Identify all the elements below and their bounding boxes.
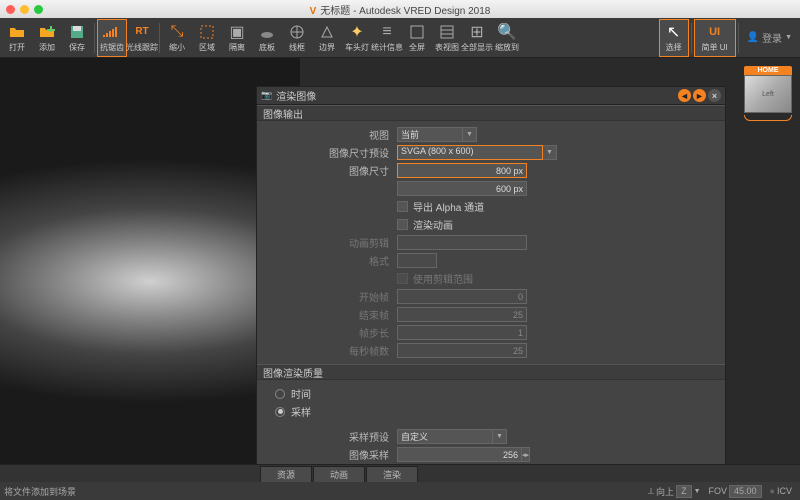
step-input <box>397 325 527 340</box>
time-radio[interactable] <box>275 389 285 399</box>
table-icon <box>438 23 456 41</box>
view-select[interactable]: 当前▼ <box>397 127 477 142</box>
chevron-down-icon: ▼ <box>493 429 507 444</box>
user-icon: 👤 <box>747 32 759 43</box>
anim-checkbox[interactable] <box>397 219 408 230</box>
panel-title: 渲染图像 <box>276 88 676 103</box>
fps-input <box>397 343 527 358</box>
window-title: 无标题 - Autodesk VRED Design 2018 <box>320 6 490 17</box>
shrink-button[interactable]: ⤡缩小 <box>162 19 192 57</box>
fullscreen-icon <box>408 23 426 41</box>
rt-icon: RT <box>133 23 151 41</box>
panel-close-button[interactable]: × <box>708 89 721 102</box>
viewcube-face[interactable]: Left <box>744 75 792 113</box>
width-input[interactable] <box>397 163 527 178</box>
shrink-icon: ⤡ <box>168 23 186 41</box>
useclip-checkbox <box>397 273 408 284</box>
vred-logo-icon: V <box>310 6 317 17</box>
plate-icon <box>258 23 276 41</box>
isolate-icon: ▣ <box>228 23 246 41</box>
sample-radio[interactable] <box>275 407 285 417</box>
titlebar: V无标题 - Autodesk VRED Design 2018 <box>0 0 800 18</box>
preset-select[interactable]: SVGA (800 x 600)▼ <box>397 145 557 160</box>
main-toolbar: 打开 添加 保存 抗锯齿 RT光线跟踪 ⤡缩小 区域 ▣隔离 底板 线框 边界 … <box>0 18 800 58</box>
maximize-window-btn[interactable] <box>34 5 43 14</box>
cursor-icon: ↖ <box>665 23 683 41</box>
ui-icon: UI <box>706 23 724 41</box>
login-button[interactable]: 👤登录▼ <box>747 30 792 45</box>
panel-fwd-button[interactable]: ► <box>693 89 706 102</box>
format-input <box>397 253 437 268</box>
wireframe-button[interactable]: 线框 <box>282 19 312 57</box>
chevron-down-icon: ▼ <box>694 488 701 495</box>
end-input <box>397 307 527 322</box>
showall-icon: ⊞ <box>468 23 486 41</box>
status-hint: 将文件添加到场景 <box>4 485 76 498</box>
viewcube-home[interactable]: HOME <box>744 66 792 75</box>
tab-resources[interactable]: 资源 <box>260 466 312 482</box>
statusbar: 将文件添加到场景 ⟂向上Z▼ FOV45.00 ●ICV <box>0 482 800 500</box>
tab-animation[interactable]: 动画 <box>313 466 365 482</box>
surfview-button[interactable]: 表视图 <box>432 19 462 57</box>
stepper-icon[interactable]: ◂▸ <box>522 447 530 462</box>
alpha-checkbox[interactable] <box>397 201 408 212</box>
close-window-btn[interactable] <box>6 5 15 14</box>
edge-icon <box>318 23 336 41</box>
select-button[interactable]: ↖选择 <box>659 19 689 57</box>
isolate-button[interactable]: ▣隔离 <box>222 19 252 57</box>
start-input <box>397 289 527 304</box>
save-button[interactable]: 保存 <box>62 19 92 57</box>
minimize-window-btn[interactable] <box>20 5 29 14</box>
region-icon <box>198 23 216 41</box>
viewcube[interactable]: HOME Left <box>744 66 792 121</box>
axis-icon: ⟂ <box>648 486 654 497</box>
bottom-tabbar: 资源 动画 渲染 <box>0 464 800 482</box>
showall-button[interactable]: ⊞全部显示 <box>462 19 492 57</box>
edge-button[interactable]: 边界 <box>312 19 342 57</box>
light-icon: ✦ <box>348 23 366 41</box>
panel-back-button[interactable]: ◄ <box>678 89 691 102</box>
stats-icon: ≡ <box>378 23 396 41</box>
samples-input[interactable]: ◂▸ <box>397 447 507 462</box>
simple-ui-button[interactable]: UI简单 UI <box>694 19 736 57</box>
bottom-button[interactable]: 底板 <box>252 19 282 57</box>
stats-button[interactable]: ≡统计信息 <box>372 19 402 57</box>
section-image-output[interactable]: 图像输出 <box>257 105 725 121</box>
fullscreen-button[interactable]: 全屏 <box>402 19 432 57</box>
sample-preset-select[interactable]: 自定义▼ <box>397 429 507 444</box>
status-icv[interactable]: ●ICV <box>770 486 792 496</box>
headlight-button[interactable]: ✦车头灯 <box>342 19 372 57</box>
viewport-3d[interactable] <box>0 58 300 464</box>
status-fov[interactable]: FOV45.00 <box>709 485 762 498</box>
zoomto-button[interactable]: 🔍缩放到 <box>492 19 522 57</box>
dot-icon: ● <box>770 486 775 496</box>
camera-icon: 📷 <box>261 90 272 101</box>
chevron-down-icon: ▼ <box>543 145 557 160</box>
section-render-quality[interactable]: 图像渲染质量 <box>257 364 725 380</box>
tab-render[interactable]: 渲染 <box>366 466 418 482</box>
folder-open-icon <box>8 23 26 41</box>
add-button[interactable]: 添加 <box>32 19 62 57</box>
status-up[interactable]: ⟂向上Z▼ <box>648 485 700 498</box>
viewcube-compass[interactable] <box>744 115 792 121</box>
render-image-panel: 📷 渲染图像 ◄ ► × 图像输出 视图当前▼ 图像尺寸预设SVGA (800 … <box>256 86 726 464</box>
open-button[interactable]: 打开 <box>2 19 32 57</box>
main-area: HOME Left 📷 渲染图像 ◄ ► × 图像输出 视图当前▼ 图像尺寸预设… <box>0 58 800 464</box>
raytrace-button[interactable]: RT光线跟踪 <box>127 19 157 57</box>
height-input[interactable] <box>397 181 527 196</box>
region-button[interactable]: 区域 <box>192 19 222 57</box>
wire-icon <box>288 23 306 41</box>
aa-icon <box>103 23 121 41</box>
chevron-down-icon: ▼ <box>463 127 477 142</box>
zoom-icon: 🔍 <box>498 23 516 41</box>
clip-input <box>397 235 527 250</box>
save-icon <box>68 23 86 41</box>
antialias-button[interactable]: 抗锯齿 <box>97 19 127 57</box>
add-icon <box>38 23 56 41</box>
